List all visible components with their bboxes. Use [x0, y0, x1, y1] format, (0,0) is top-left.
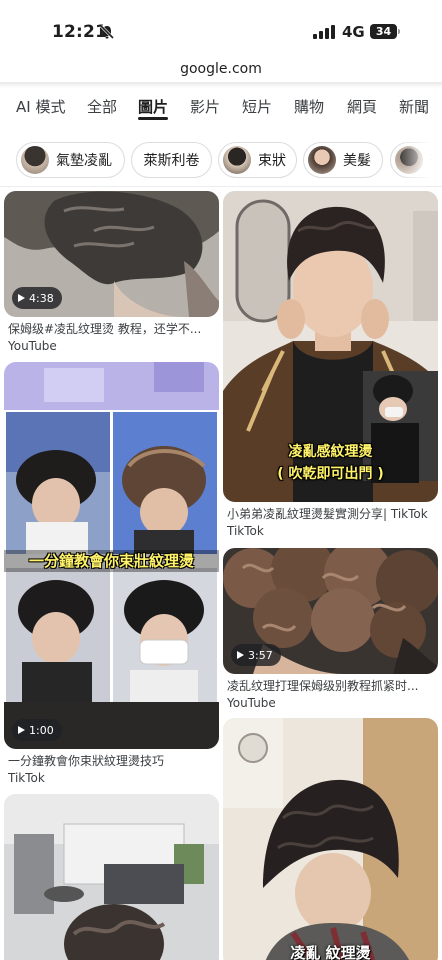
- battery-icon: 34: [370, 24, 397, 39]
- chip-label: 美髮: [343, 153, 371, 169]
- tab-videos[interactable]: 影片: [190, 96, 220, 126]
- bell-muted-icon: [99, 24, 115, 40]
- refinement-chips: 氣墊凌亂 萊斯利卷 束狀 美髮 微: [0, 142, 442, 180]
- tab-all[interactable]: 全部: [87, 96, 117, 126]
- duration-label: 1:00: [29, 723, 54, 737]
- video-overlay-subtitle: ( 吹乾即可出門 ): [277, 466, 384, 482]
- video-duration-badge: 4:38: [12, 287, 62, 309]
- result-thumbnail-1[interactable]: 4:38: [4, 191, 219, 317]
- play-icon: [18, 294, 25, 302]
- tab-ai-mode[interactable]: AI 模式: [16, 96, 65, 126]
- video-overlay-title: 凌亂 紋理燙: [290, 944, 371, 960]
- tab-web[interactable]: 網頁: [347, 96, 377, 126]
- chip-label: 束狀: [258, 153, 286, 169]
- result-source-4[interactable]: YouTube: [227, 695, 276, 711]
- result-caption-4[interactable]: 凌乱纹理打理保姆级别教程抓紧时...: [227, 678, 437, 694]
- header-divider: [0, 186, 442, 187]
- video-duration-badge: 1:00: [12, 719, 62, 741]
- chip-air-cushion-messy[interactable]: 氣墊凌亂: [16, 142, 125, 178]
- tab-shorts[interactable]: 短片: [242, 96, 272, 126]
- toolbar-shadow: [0, 82, 442, 88]
- chip-thumbnail: [223, 146, 251, 174]
- chip-hairdressing[interactable]: 美髮: [303, 142, 383, 178]
- status-bar: 12:21 4G 34: [0, 0, 442, 56]
- duration-label: 4:38: [29, 291, 54, 305]
- network-label: 4G: [342, 23, 365, 41]
- tab-shopping[interactable]: 購物: [294, 96, 324, 126]
- search-tabs: AI 模式 全部 圖片 影片 短片 購物 網頁 新聞: [0, 96, 442, 128]
- chip-thumbnail: [308, 146, 336, 174]
- battery-cap: [398, 29, 400, 34]
- result-thumbnail-3[interactable]: 凌亂感紋理燙 ( 吹乾即可出門 ): [223, 191, 438, 502]
- chip-label: 萊斯利卷: [143, 153, 200, 169]
- result-caption-3[interactable]: 小弟弟凌亂紋理燙髮實測分享| TikTok: [227, 506, 437, 522]
- hair-texture-image: [223, 718, 438, 960]
- chip-label: 氣墊凌亂: [56, 153, 112, 169]
- chips-fade: [396, 140, 442, 182]
- result-thumbnail-6[interactable]: [4, 794, 219, 960]
- chip-leslie-curl[interactable]: 萊斯利卷: [131, 142, 212, 178]
- result-caption-2[interactable]: 一分鐘教會你束狀紋理燙技巧: [8, 753, 216, 769]
- result-thumbnail-4[interactable]: 3:57: [223, 548, 438, 674]
- video-overlay-title: 凌亂感紋理燙: [288, 444, 373, 460]
- result-thumbnail-5[interactable]: 凌亂 紋理燙: [223, 718, 438, 960]
- signal-icon: [313, 25, 335, 39]
- duration-label: 3:57: [248, 648, 273, 662]
- chip-bundle[interactable]: 束狀: [218, 142, 297, 178]
- url-text: google.com: [180, 61, 262, 77]
- tab-news[interactable]: 新聞: [399, 96, 429, 126]
- video-overlay-title: 一分鐘教會你束壯紋理燙: [4, 550, 219, 572]
- address-bar[interactable]: google.com: [0, 56, 442, 84]
- salon-interior-image: [4, 794, 219, 960]
- result-thumbnail-2[interactable]: 一分鐘教會你束壯紋理燙 1:00: [4, 362, 219, 749]
- chip-thumbnail: [21, 146, 49, 174]
- play-icon: [18, 726, 25, 734]
- result-source-3[interactable]: TikTok: [227, 523, 264, 539]
- tab-images[interactable]: 圖片: [138, 96, 169, 126]
- video-duration-badge: 3:57: [231, 644, 281, 666]
- result-source-2[interactable]: TikTok: [8, 770, 45, 786]
- play-icon: [237, 651, 244, 659]
- result-caption-1[interactable]: 保姆级#凌乱纹理烫 教程，还学不...: [8, 321, 216, 337]
- result-source-1[interactable]: YouTube: [8, 338, 57, 354]
